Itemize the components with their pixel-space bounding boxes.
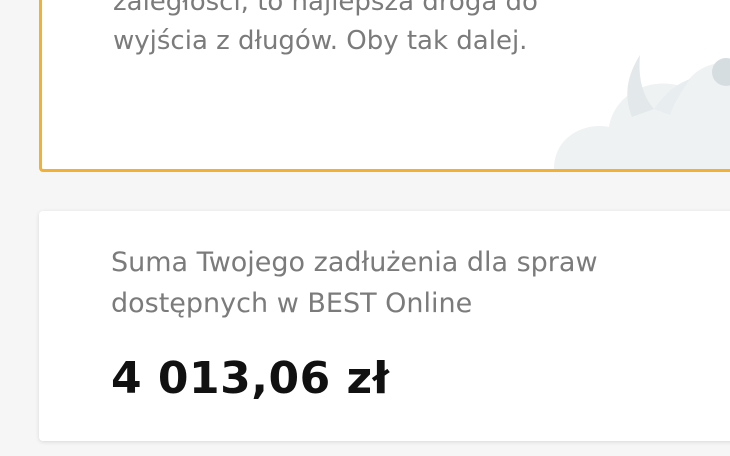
debt-sum-label: Suma Twojego zadłużenia dla spraw dostęp… bbox=[111, 247, 598, 319]
debt-amount: 4 013,06 zł bbox=[111, 353, 390, 404]
cloud-illustration-icon bbox=[554, 55, 730, 169]
debt-summary-card: Suma Twojego zadłużenia dla spraw dostęp… bbox=[39, 211, 730, 441]
encouragement-card: zaległości, to najlepsza droga do wyjści… bbox=[39, 0, 730, 172]
